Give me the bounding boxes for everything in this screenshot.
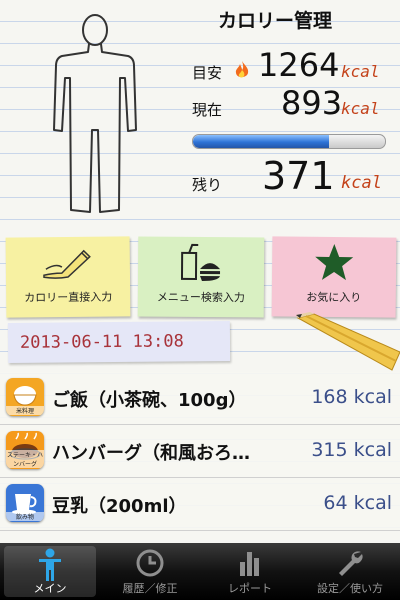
- tab-main[interactable]: メイン: [0, 543, 100, 600]
- remaining-unit: kcal: [341, 173, 382, 193]
- food-category-label: 米料理: [6, 406, 44, 415]
- tab-main-label: メイン: [33, 582, 67, 595]
- list-item[interactable]: 飲み物 豆乳（200ml） 64 kcal: [0, 478, 400, 531]
- tab-settings[interactable]: 設定／使い方: [300, 543, 400, 600]
- tab-report[interactable]: レポート: [200, 543, 300, 600]
- food-category-label: 飲み物: [6, 512, 44, 521]
- food-name: 豆乳（200ml）: [52, 496, 187, 517]
- datetime-display[interactable]: 2013-06-11 13:08: [7, 321, 231, 363]
- target-label: 目安: [192, 64, 223, 82]
- menu-search-input-label: メニュー検索入力: [156, 290, 245, 305]
- tab-history[interactable]: 履歴／修正: [100, 543, 200, 600]
- direct-calorie-input-label: カロリー直接入力: [24, 290, 113, 305]
- list-item[interactable]: ステーキ・ハンバーグ ハンバーグ（和風おろ… 315 kcal: [0, 425, 400, 478]
- favorites-label: お気に入り: [306, 290, 362, 305]
- pencil-hand-icon: [43, 249, 91, 279]
- food-list: 米料理 ご飯（小茶碗、100g） 168 kcal ステーキ・ハンバーグ ハンバ…: [0, 372, 400, 531]
- food-kcal: 64 kcal: [323, 492, 392, 514]
- tab-bar: メイン 履歴／修正 レポート 設定／使い方: [0, 543, 400, 600]
- remaining-label: 残り: [192, 176, 223, 194]
- calorie-progress-fill: [193, 135, 330, 148]
- app-title: カロリー管理: [218, 10, 333, 32]
- target-unit: kcal: [341, 62, 380, 81]
- food-name: ご飯（小茶碗、100g）: [52, 390, 247, 411]
- wrench-icon: [339, 551, 363, 576]
- food-kcal: 315 kcal: [311, 439, 392, 461]
- menu-search-input-button[interactable]: メニュー検索入力: [137, 236, 265, 318]
- favorites-button[interactable]: お気に入り: [271, 236, 397, 318]
- direct-calorie-input-button[interactable]: カロリー直接入力: [5, 236, 131, 318]
- flame-icon: [235, 61, 249, 78]
- target-value: 1264: [258, 46, 340, 84]
- current-value: 893: [281, 84, 343, 122]
- steak-icon: ステーキ・ハンバーグ: [6, 431, 44, 469]
- list-item[interactable]: 米料理 ご飯（小茶碗、100g） 168 kcal: [0, 372, 400, 425]
- cup-icon: 飲み物: [6, 484, 44, 522]
- remaining-value: 371: [262, 154, 335, 198]
- tab-settings-label: 設定／使い方: [317, 582, 383, 595]
- tab-report-label: レポート: [228, 582, 272, 595]
- food-name: ハンバーグ（和風おろ…: [52, 443, 250, 464]
- pencil-icon: [296, 312, 400, 371]
- rice-bowl-icon: 米料理: [6, 378, 44, 416]
- datetime-text: 2013-06-11 13:08: [19, 331, 184, 353]
- body-figure-icon: [53, 14, 137, 213]
- calorie-progress-bar: [192, 134, 386, 149]
- fastfood-icon: [180, 243, 221, 282]
- star-icon: [315, 244, 354, 281]
- food-kcal: 168 kcal: [311, 386, 392, 408]
- bar-chart-icon: [240, 552, 259, 576]
- current-unit: kcal: [341, 99, 380, 118]
- current-label: 現在: [192, 101, 223, 119]
- person-icon: [39, 548, 61, 581]
- tab-history-label: 履歴／修正: [122, 582, 178, 595]
- clock-icon: [136, 549, 164, 577]
- food-category-label: ステーキ・ハンバーグ: [6, 450, 44, 468]
